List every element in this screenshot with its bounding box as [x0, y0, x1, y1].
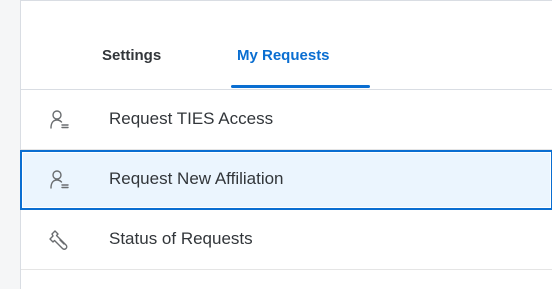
wrench-icon — [49, 229, 71, 251]
menu-item-label: Request New Affiliation — [109, 169, 284, 188]
request-menu: Request TIES Access Request New Affiliat… — [20, 90, 552, 270]
person-list-icon — [49, 169, 71, 191]
person-list-icon — [49, 109, 71, 131]
menu-item-label: Status of Requests — [109, 229, 253, 248]
active-tab-indicator — [231, 85, 370, 88]
menu-item-status-of-requests[interactable]: Status of Requests — [21, 210, 552, 270]
tab-bar: Settings My Requests — [21, 1, 552, 90]
tab-my-requests[interactable]: My Requests — [237, 47, 330, 64]
requests-panel: Settings My Requests Request TIES Access — [20, 0, 552, 289]
menu-item-request-ties-access[interactable]: Request TIES Access — [21, 90, 552, 150]
menu-item-label: Request TIES Access — [109, 109, 274, 128]
menu-item-request-new-affiliation[interactable]: Request New Affiliation — [20, 150, 552, 210]
tab-settings[interactable]: Settings — [102, 47, 161, 64]
